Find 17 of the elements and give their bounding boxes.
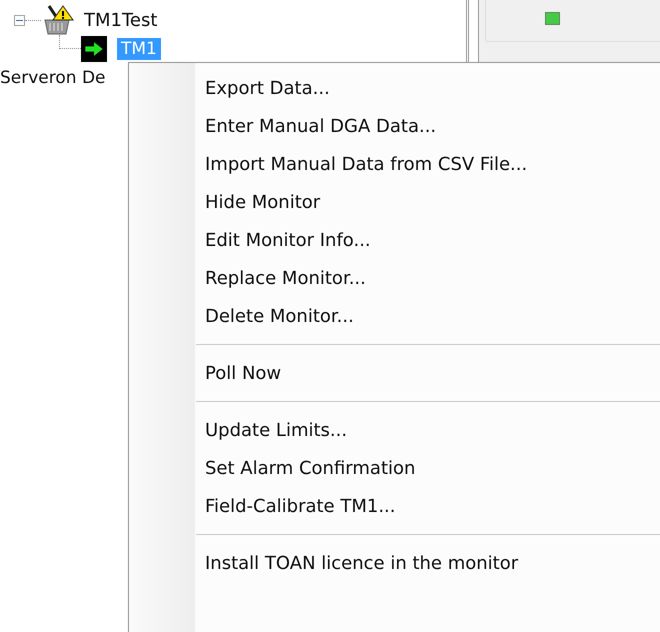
collapse-toggle[interactable]: [14, 14, 25, 26]
menu-item[interactable]: Poll Now: [129, 354, 660, 392]
menu-item[interactable]: Enter Manual DGA Data...: [129, 107, 660, 145]
splitter[interactable]: [466, 0, 469, 62]
menu-item[interactable]: Import Manual Data from CSV File...: [129, 145, 660, 183]
menu-item[interactable]: Install TOAN licence in the monitor: [129, 544, 660, 582]
menu-item[interactable]: Delete Monitor...: [129, 297, 660, 335]
menu-item[interactable]: Set Alarm Confirmation: [129, 449, 660, 487]
menu-item[interactable]: Hide Monitor: [129, 183, 660, 221]
menu-item[interactable]: Field-Calibrate TM1...: [129, 487, 660, 525]
menu-item[interactable]: Update Limits...: [129, 411, 660, 449]
menu-item[interactable]: Replace Monitor...: [129, 259, 660, 297]
menu-item[interactable]: Export Data...: [129, 69, 660, 107]
menu-item[interactable]: Edit Monitor Info...: [129, 221, 660, 259]
tree-item-label[interactable]: TM1Test: [84, 6, 158, 34]
tree-footer-label: Serveron De: [0, 67, 106, 90]
status-indicator: [545, 12, 560, 25]
